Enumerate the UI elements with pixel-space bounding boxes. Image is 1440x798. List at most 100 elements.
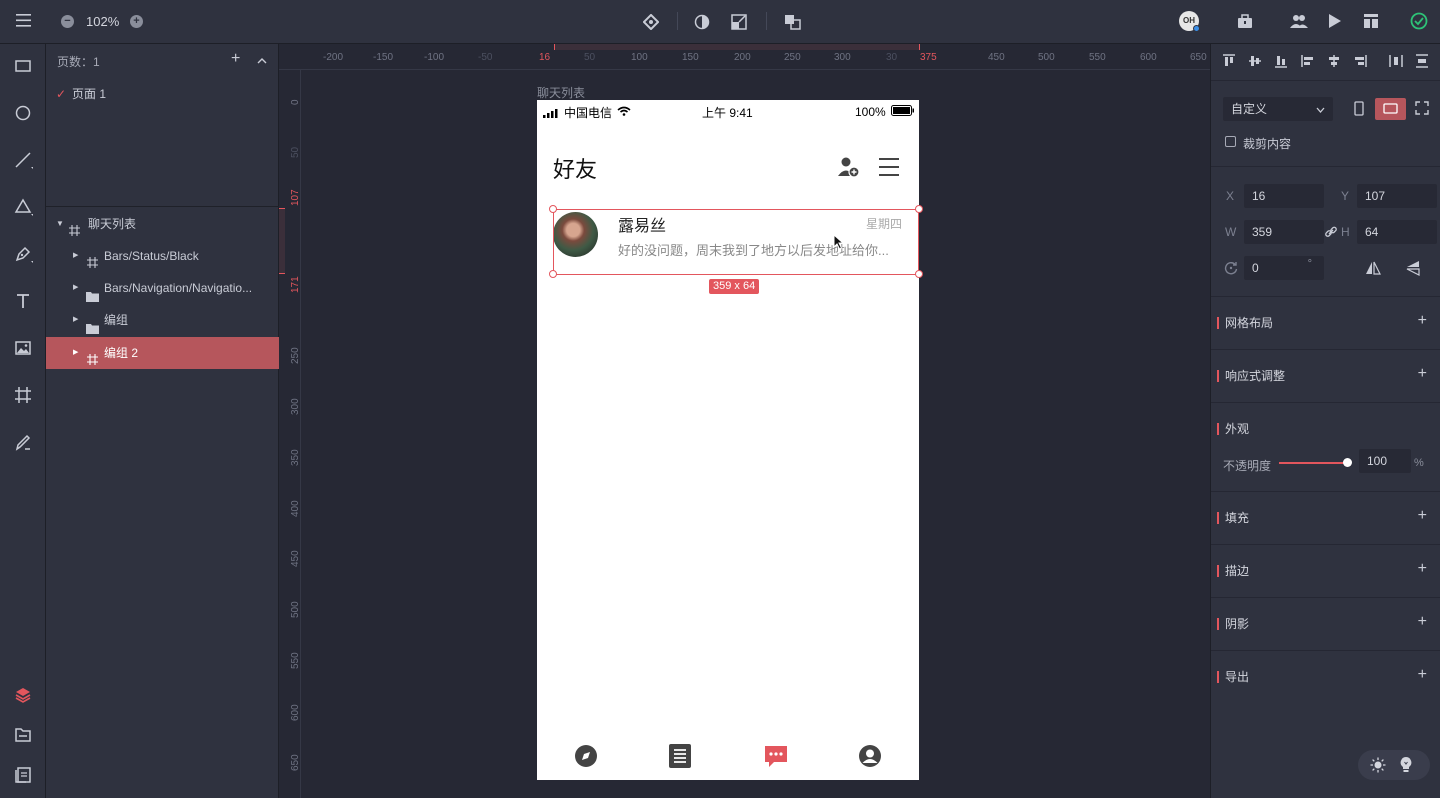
fit-icon[interactable] (1415, 101, 1429, 118)
shadow-section[interactable]: 阴影 + (1211, 597, 1440, 650)
distribute-horizontal-icon[interactable] (1389, 54, 1403, 71)
sun-icon[interactable] (1370, 757, 1386, 776)
selection-handle[interactable] (549, 205, 557, 213)
tab-discover-icon[interactable] (574, 744, 598, 771)
caret-right-icon[interactable]: ▶ (73, 337, 78, 369)
play-icon[interactable] (1328, 13, 1342, 31)
appearance-section[interactable]: 外观 不透明度 100 % (1211, 402, 1440, 491)
rectangle-tool-icon[interactable] (13, 56, 33, 76)
align-middle-icon[interactable] (1248, 54, 1262, 71)
layer-row-selected[interactable]: ▶ 编组 2 (46, 337, 279, 369)
add-friend-icon[interactable] (837, 155, 861, 182)
theme-pill[interactable] (1358, 750, 1430, 780)
caret-right-icon[interactable]: ▶ (73, 272, 78, 304)
export-section[interactable]: 导出 + (1211, 650, 1440, 703)
triangle-tool-icon[interactable] (13, 197, 33, 217)
fill-section[interactable]: 填充 + (1211, 491, 1440, 544)
opacity-input[interactable]: 100 (1359, 449, 1411, 473)
artboard-label[interactable]: 聊天列表 (537, 84, 585, 101)
landscape-button[interactable] (1375, 98, 1406, 120)
text-tool-icon[interactable] (13, 291, 33, 311)
component-icon[interactable] (642, 13, 660, 32)
selection-handle[interactable] (549, 270, 557, 278)
caret-right-icon[interactable]: ▶ (73, 304, 78, 336)
collapse-pages-icon[interactable] (257, 54, 267, 68)
assets-panel-icon[interactable] (13, 725, 33, 745)
mask-icon[interactable] (694, 14, 710, 32)
scale-icon[interactable] (731, 14, 747, 32)
ruler-tick-selection-end: 375 (920, 52, 937, 63)
flip-horizontal-icon[interactable] (1365, 260, 1381, 279)
zoom-in-button[interactable]: + (130, 15, 143, 28)
opacity-slider[interactable] (1279, 458, 1352, 467)
add-page-icon[interactable]: + (231, 50, 240, 68)
ruler-tick: -50 (478, 52, 493, 63)
rotate-icon (1224, 261, 1238, 278)
pencil-tool-icon[interactable] (13, 432, 33, 452)
page-item[interactable]: ✓ 页面 1 (46, 78, 279, 110)
distribute-vertical-icon[interactable] (1415, 54, 1429, 71)
image-tool-icon[interactable] (13, 338, 33, 358)
artboard[interactable]: 中国电信 上午 9:41 100% 好友 露易丝 星期四 好的没问题，周末我到了… (537, 100, 919, 780)
menu-icon[interactable] (16, 14, 31, 29)
portrait-icon[interactable] (1351, 100, 1367, 121)
pen-tool-icon[interactable] (13, 244, 33, 264)
height-input[interactable]: 64 (1357, 220, 1437, 244)
zoom-level[interactable]: 102% (86, 14, 119, 29)
tab-profile-icon[interactable] (858, 744, 882, 771)
tab-chats-icon[interactable] (764, 745, 788, 772)
ruler-tick-selection-start: 16 (539, 52, 551, 63)
y-input[interactable]: 107 (1357, 184, 1437, 208)
ruler-tick: 550 (290, 652, 301, 669)
ruler-tick: -150 (373, 52, 394, 63)
caret-down-icon[interactable]: ▼ (56, 208, 64, 240)
library-panel-icon[interactable] (13, 765, 33, 785)
grid-section[interactable]: 网格布局 + (1211, 296, 1440, 349)
add-stroke-icon[interactable]: + (1418, 560, 1427, 578)
layer-row[interactable]: ▶ Bars/Status/Black (46, 240, 279, 272)
stroke-section[interactable]: 描边 + (1211, 544, 1440, 597)
layer-row[interactable]: ▶ Bars/Navigation/Navigatio... (46, 272, 279, 304)
selection-handle[interactable] (915, 205, 923, 213)
width-input[interactable]: 359 (1244, 220, 1324, 244)
align-center-icon[interactable] (1327, 54, 1341, 71)
add-fill-icon[interactable]: + (1418, 507, 1427, 525)
align-top-icon[interactable] (1222, 54, 1236, 71)
hamburger-icon[interactable] (879, 158, 899, 179)
selection-box[interactable] (553, 209, 919, 275)
layer-row[interactable]: ▼ 聊天列表 (46, 208, 279, 240)
zoom-out-button[interactable]: − (61, 15, 74, 28)
add-responsive-icon[interactable]: + (1418, 365, 1427, 383)
x-input[interactable]: 16 (1244, 184, 1324, 208)
preset-select[interactable]: 自定义 (1223, 97, 1333, 121)
align-left-icon[interactable] (1301, 54, 1315, 71)
align-right-icon[interactable] (1353, 54, 1367, 71)
slider-handle[interactable] (1342, 458, 1352, 467)
layer-row[interactable]: ▶ 编组 (46, 304, 279, 336)
check-circle-icon[interactable] (1410, 12, 1428, 32)
boolean-icon[interactable] (784, 14, 802, 32)
avatar[interactable]: OH (1179, 11, 1200, 32)
lightbulb-icon[interactable] (1399, 756, 1413, 777)
artboard-tool-icon[interactable] (13, 385, 33, 405)
ruler-tick: 300 (834, 52, 851, 63)
add-grid-icon[interactable]: + (1418, 312, 1427, 330)
tab-contacts-icon[interactable] (669, 744, 691, 771)
link-icon[interactable] (1324, 225, 1338, 242)
selection-handle[interactable] (915, 270, 923, 278)
flip-vertical-icon[interactable] (1405, 260, 1421, 279)
rotation-input[interactable]: 0 ° (1244, 256, 1324, 280)
align-bottom-icon[interactable] (1274, 54, 1288, 71)
responsive-section[interactable]: 响应式调整 + (1211, 349, 1440, 402)
add-shadow-icon[interactable]: + (1418, 613, 1427, 631)
ellipse-tool-icon[interactable] (13, 103, 33, 123)
line-tool-icon[interactable] (13, 150, 33, 170)
ruler-tick: 650 (290, 754, 301, 771)
layout-icon[interactable] (1363, 13, 1379, 31)
add-export-icon[interactable]: + (1418, 666, 1427, 684)
caret-right-icon[interactable]: ▶ (73, 240, 78, 272)
collaborators-icon[interactable] (1290, 13, 1308, 31)
layers-panel-icon[interactable] (13, 685, 33, 705)
clip-content-checkbox[interactable] (1225, 136, 1236, 147)
toolbox-icon[interactable] (1237, 13, 1253, 31)
